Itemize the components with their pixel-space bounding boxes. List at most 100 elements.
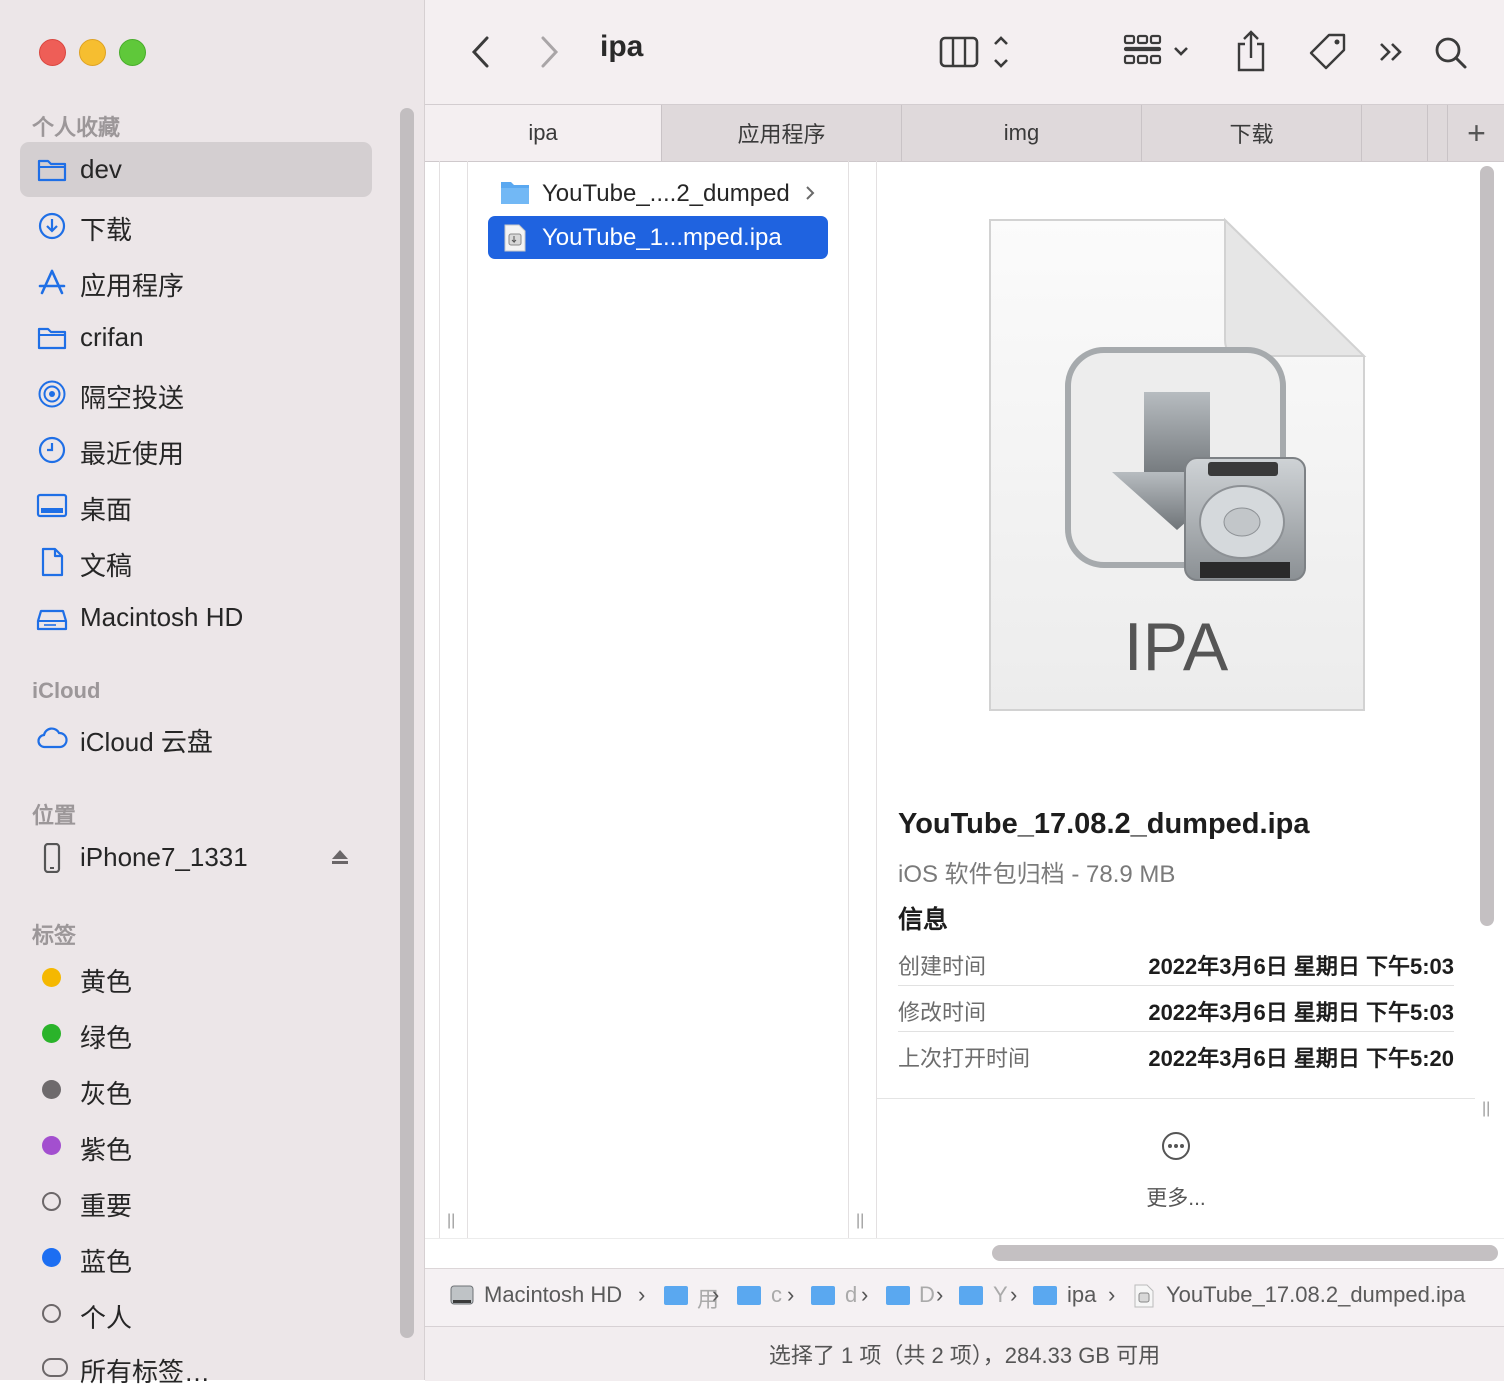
sidebar-item-airdrop[interactable]: 隔空投送 [20, 366, 372, 421]
sidebar-item-documents[interactable]: 文稿 [20, 534, 372, 589]
more-ellipsis-icon[interactable] [1160, 1130, 1192, 1162]
tag-personal[interactable]: 个人 [20, 1286, 372, 1341]
more-button[interactable]: 更多... [1126, 1182, 1226, 1212]
folder-icon [501, 182, 529, 204]
tab-img[interactable]: img [902, 105, 1142, 161]
preview-scrollbar[interactable] [1480, 166, 1494, 926]
path-item-file[interactable]: YouTube_17.08.2_dumped.ipa [1166, 1282, 1465, 1308]
sidebar-item-applications[interactable]: 应用程序 [20, 254, 372, 309]
zoom-button[interactable] [119, 39, 146, 66]
divider [898, 985, 1454, 986]
sidebar-item-label: 隔空投送 [80, 383, 185, 413]
tag-ring [42, 1358, 68, 1377]
tag-purple[interactable]: 紫色 [20, 1118, 372, 1173]
new-tab-button[interactable]: + [1447, 105, 1504, 161]
chevron-right-icon: › [861, 1282, 869, 1307]
tag-gray[interactable]: 灰色 [20, 1062, 372, 1117]
folder-icon [811, 1286, 835, 1305]
forward-chevron-icon[interactable] [535, 30, 565, 74]
applications-icon [38, 269, 66, 295]
sidebar-item-recents[interactable]: 最近使用 [20, 422, 372, 477]
path-item-dev[interactable]: d [845, 1282, 857, 1308]
sidebar-item-dev[interactable]: dev [20, 142, 372, 197]
path-item-y[interactable]: Y [993, 1282, 1008, 1308]
desktop-icon [36, 493, 68, 518]
column-resize-handle[interactable]: || [447, 1212, 455, 1230]
sidebar-item-icloud-drive[interactable]: iCloud 云盘 [20, 710, 372, 765]
tag-label: 重要 [80, 1191, 133, 1221]
sidebar-scrollbar[interactable] [400, 108, 414, 1338]
ipa-document-icon: IPA [989, 217, 1367, 711]
path-item-ipa[interactable]: ipa [1067, 1282, 1096, 1308]
tag-label: 所有标签… [80, 1357, 211, 1387]
ipa-file-icon [504, 224, 526, 252]
download-icon [38, 212, 66, 240]
list-item-label: YouTube_1...mped.ipa [542, 224, 782, 251]
iphone-icon [43, 843, 61, 873]
harddisk-icon [36, 609, 68, 631]
info-key-modified: 修改时间 [898, 1000, 987, 1025]
tab-downloads[interactable]: 下载 [1142, 105, 1362, 161]
horizontal-scrollbar[interactable] [992, 1245, 1498, 1261]
folder-icon [886, 1286, 910, 1305]
chevron-right-icon: › [638, 1282, 646, 1307]
divider [898, 1031, 1454, 1032]
harddisk-icon [450, 1285, 474, 1305]
sidebar-item-downloads[interactable]: 下载 [20, 198, 372, 253]
tag-yellow[interactable]: 黄色 [20, 950, 372, 1005]
chevron-right-icon: › [787, 1282, 795, 1307]
tag-dot [42, 1248, 61, 1267]
column-resize-handle[interactable]: || [1482, 1100, 1490, 1118]
info-value-created: 2022年3月6日 星期日 下午5:03 [1148, 954, 1454, 979]
tab-applications[interactable]: 应用程序 [662, 105, 902, 161]
sidebar-item-label: Macintosh HD [80, 602, 244, 632]
tag-blue[interactable]: 蓝色 [20, 1230, 372, 1285]
ipa-file-icon [1134, 1284, 1154, 1308]
more-toolbar-chevron-icon[interactable] [1377, 30, 1407, 74]
tag-icon[interactable] [1307, 30, 1349, 74]
chevron-right-icon: › [712, 1282, 720, 1307]
column-view-icon[interactable] [938, 30, 1028, 74]
column-divider [848, 161, 849, 1238]
status-text: 选择了 1 项（共 2 项），284.33 GB 可用 [768, 1343, 1161, 1368]
tag-ring [42, 1304, 61, 1323]
sidebar-item-label: 桌面 [80, 495, 133, 525]
column-divider [439, 161, 440, 1238]
path-item-d[interactable]: D [919, 1282, 935, 1308]
path-item-home[interactable]: c [771, 1282, 782, 1308]
share-icon[interactable] [1233, 30, 1269, 74]
tag-dot [42, 1080, 61, 1099]
tag-ring [42, 1192, 61, 1211]
list-item-selected[interactable]: YouTube_1...mped.ipa [488, 216, 828, 259]
list-item[interactable]: YouTube_....2_dumped [488, 172, 828, 215]
back-chevron-icon[interactable] [465, 30, 495, 74]
search-icon[interactable] [1433, 30, 1469, 74]
folder-icon [37, 159, 67, 182]
column-resize-handle[interactable]: || [856, 1212, 864, 1230]
favorites-heading: 个人收藏 [32, 115, 121, 140]
user-folder-icon [664, 1286, 688, 1305]
group-icon[interactable] [1122, 30, 1192, 74]
column-divider [467, 161, 468, 1238]
tag-label: 黄色 [80, 967, 133, 997]
tab-ipa[interactable]: ipa [425, 105, 662, 161]
folder-icon [959, 1286, 983, 1305]
airdrop-icon [38, 380, 66, 408]
ipa-label: IPA [1124, 609, 1229, 685]
divider [877, 1098, 1475, 1099]
sidebar-item-desktop[interactable]: 桌面 [20, 478, 372, 533]
tag-important[interactable]: 重要 [20, 1174, 372, 1229]
chevron-right-icon: › [936, 1282, 944, 1307]
sidebar-item-crifan[interactable]: crifan [20, 310, 372, 365]
eject-icon[interactable] [330, 848, 350, 866]
tag-all-tags[interactable]: 所有标签… [20, 1340, 372, 1395]
tag-green[interactable]: 绿色 [20, 1006, 372, 1061]
sidebar-item-label: iPhone7_1331 [80, 842, 248, 872]
path-item-root[interactable]: Macintosh HD [484, 1282, 622, 1308]
folder-icon [1033, 1286, 1057, 1305]
tag-label: 个人 [80, 1303, 133, 1333]
minimize-button[interactable] [79, 39, 106, 66]
sidebar-item-iphone[interactable]: iPhone7_1331 [20, 830, 372, 885]
sidebar-item-macintosh-hd[interactable]: Macintosh HD [20, 590, 372, 645]
close-button[interactable] [39, 39, 66, 66]
